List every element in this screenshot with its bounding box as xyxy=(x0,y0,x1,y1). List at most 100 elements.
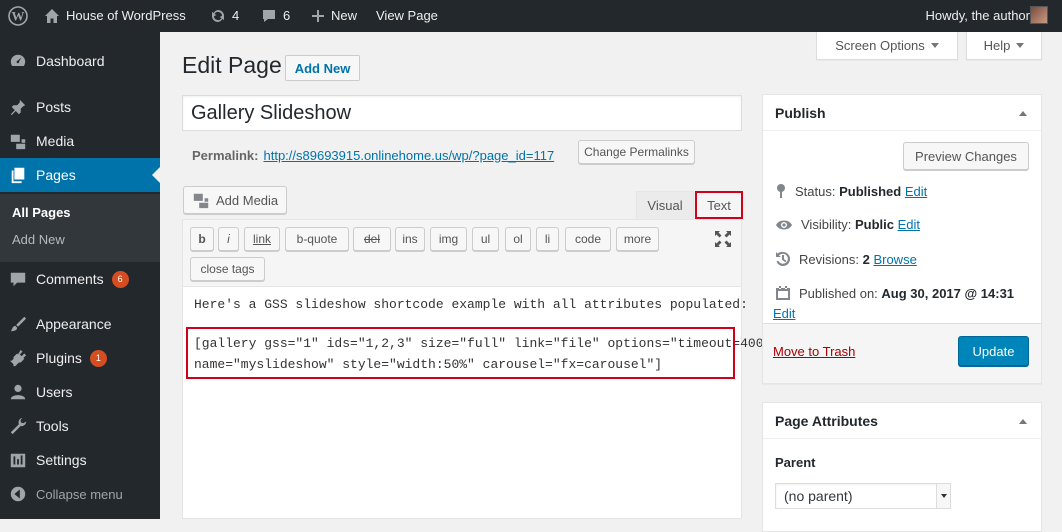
eye-icon xyxy=(776,220,792,229)
update-button[interactable]: Update xyxy=(958,336,1029,366)
comments-count: 6 xyxy=(283,8,291,23)
permalink-label: Permalink: xyxy=(192,147,259,163)
qt-code-button[interactable]: code xyxy=(565,227,611,251)
edit-date-link[interactable]: Edit xyxy=(773,306,795,321)
site-name: House of WordPress xyxy=(66,8,186,23)
home-icon xyxy=(45,9,59,23)
status-label: Status: xyxy=(795,183,836,199)
collapse-toggle-icon[interactable] xyxy=(1019,111,1027,116)
menu-media-label: Media xyxy=(36,133,75,149)
add-new-page-button[interactable]: Add New xyxy=(285,55,360,81)
permalink-url[interactable]: http://s89693915.onlinehome.us/wp/?page_… xyxy=(263,148,554,163)
qt-link-button[interactable]: link xyxy=(244,227,280,251)
comments-badge: 6 xyxy=(111,270,129,288)
visibility-label: Visibility: xyxy=(801,217,852,232)
page-attributes-title[interactable]: Page Attributes xyxy=(763,403,1041,439)
qt-li-button[interactable]: li xyxy=(536,227,559,251)
add-media-button[interactable]: Add Media xyxy=(183,186,287,214)
revisions-icon xyxy=(776,251,791,266)
menu-pages[interactable]: Pages xyxy=(0,158,160,192)
site-name-link[interactable]: House of WordPress xyxy=(44,0,186,32)
collapse-menu-button[interactable]: Collapse menu xyxy=(0,477,160,511)
chevron-down-icon xyxy=(930,43,939,48)
menu-users[interactable]: Users xyxy=(0,375,160,409)
my-account-link[interactable]: Howdy, the author xyxy=(925,0,1030,32)
dashboard-icon xyxy=(0,52,36,70)
comments-link[interactable]: 6 xyxy=(261,0,290,32)
qt-ol-button[interactable]: ol xyxy=(505,227,531,251)
browse-revisions-link[interactable]: Browse xyxy=(873,252,916,267)
menu-users-label: Users xyxy=(36,384,73,400)
settings-icon xyxy=(0,451,36,469)
qt-del-button[interactable]: del xyxy=(353,227,391,251)
add-media-label: Add Media xyxy=(216,192,279,208)
edit-status-link[interactable]: Edit xyxy=(905,184,927,199)
qt-italic-button[interactable]: i xyxy=(218,227,239,251)
submenu-add-new[interactable]: Add New xyxy=(12,232,65,247)
screen-options-button[interactable]: Screen Options xyxy=(816,32,958,60)
menu-posts[interactable]: Posts xyxy=(0,90,160,124)
preview-changes-button[interactable]: Preview Changes xyxy=(903,142,1029,170)
menu-appearance[interactable]: Appearance xyxy=(0,307,160,341)
tab-text[interactable]: Text xyxy=(695,191,743,219)
publish-box-title[interactable]: Publish xyxy=(763,95,1041,131)
new-content-link[interactable]: New xyxy=(311,0,357,32)
comment-icon xyxy=(0,270,36,288)
qt-ul-button[interactable]: ul xyxy=(472,227,499,251)
updates-count: 4 xyxy=(232,8,240,23)
menu-settings[interactable]: Settings xyxy=(0,443,160,477)
menu-comments-label: Comments xyxy=(36,271,104,287)
qt-blockquote-button[interactable]: b-quote xyxy=(285,227,349,251)
updates-icon xyxy=(212,10,224,22)
pin-icon xyxy=(777,184,785,198)
wp-logo-icon[interactable]: W xyxy=(8,0,28,32)
content-textarea[interactable]: Here's a GSS slideshow shortcode example… xyxy=(182,287,779,519)
comment-icon xyxy=(263,10,275,22)
revisions-label: Revisions: xyxy=(799,251,859,267)
tab-visual[interactable]: Visual xyxy=(636,191,694,219)
help-button[interactable]: Help xyxy=(966,32,1042,60)
collapse-icon xyxy=(0,485,36,503)
view-page-link[interactable]: View Page xyxy=(376,0,438,32)
menu-tools-label: Tools xyxy=(36,418,69,434)
qt-more-button[interactable]: more xyxy=(616,227,659,251)
menu-posts-label: Posts xyxy=(36,99,72,115)
updates-link[interactable]: 4 xyxy=(210,0,239,32)
publish-actions: Move to Trash Update xyxy=(763,323,1041,383)
post-title-input[interactable]: Gallery Slideshow xyxy=(182,95,742,131)
wrench-icon xyxy=(0,417,36,435)
collapse-toggle-icon[interactable] xyxy=(1019,419,1027,424)
change-permalinks-button[interactable]: Change Permalinks xyxy=(578,140,695,164)
menu-media[interactable]: Media xyxy=(0,124,160,158)
menu-comments[interactable]: Comments 6 xyxy=(0,262,160,296)
qt-ins-button[interactable]: ins xyxy=(395,227,425,251)
plugins-badge: 1 xyxy=(89,349,107,367)
new-label: New xyxy=(331,8,358,23)
submenu-all-pages[interactable]: All Pages xyxy=(12,205,71,220)
content-line-1: Here's a GSS slideshow shortcode example… xyxy=(194,297,748,312)
menu-plugins[interactable]: Plugins 1 xyxy=(0,341,160,375)
avatar[interactable] xyxy=(1030,6,1048,24)
menu-dashboard[interactable]: Dashboard xyxy=(0,44,160,78)
visibility-value: Public xyxy=(854,217,894,232)
qt-close-tags-button[interactable]: close tags xyxy=(190,257,265,281)
shortcode-highlight-box xyxy=(186,327,735,379)
plugin-icon xyxy=(0,349,36,367)
page-title: Edit Page xyxy=(182,52,282,78)
svg-text:W: W xyxy=(12,9,25,24)
pages-icon xyxy=(0,166,36,184)
edit-visibility-link[interactable]: Edit xyxy=(898,217,920,232)
fullscreen-icon[interactable] xyxy=(714,230,732,253)
move-to-trash-link[interactable]: Move to Trash xyxy=(773,344,855,359)
menu-appearance-label: Appearance xyxy=(36,316,112,332)
parent-select[interactable]: (no parent) xyxy=(775,483,951,509)
plus-icon xyxy=(312,10,324,22)
status-value: Published xyxy=(839,183,902,199)
pushpin-icon xyxy=(0,98,36,116)
menu-tools[interactable]: Tools xyxy=(0,409,160,443)
howdy-text: Howdy, the author xyxy=(925,8,1030,23)
parent-select-value: (no parent) xyxy=(784,488,853,504)
pages-submenu: All Pages Add New xyxy=(0,194,160,262)
qt-bold-button[interactable]: b xyxy=(190,227,214,251)
qt-img-button[interactable]: img xyxy=(430,227,467,251)
